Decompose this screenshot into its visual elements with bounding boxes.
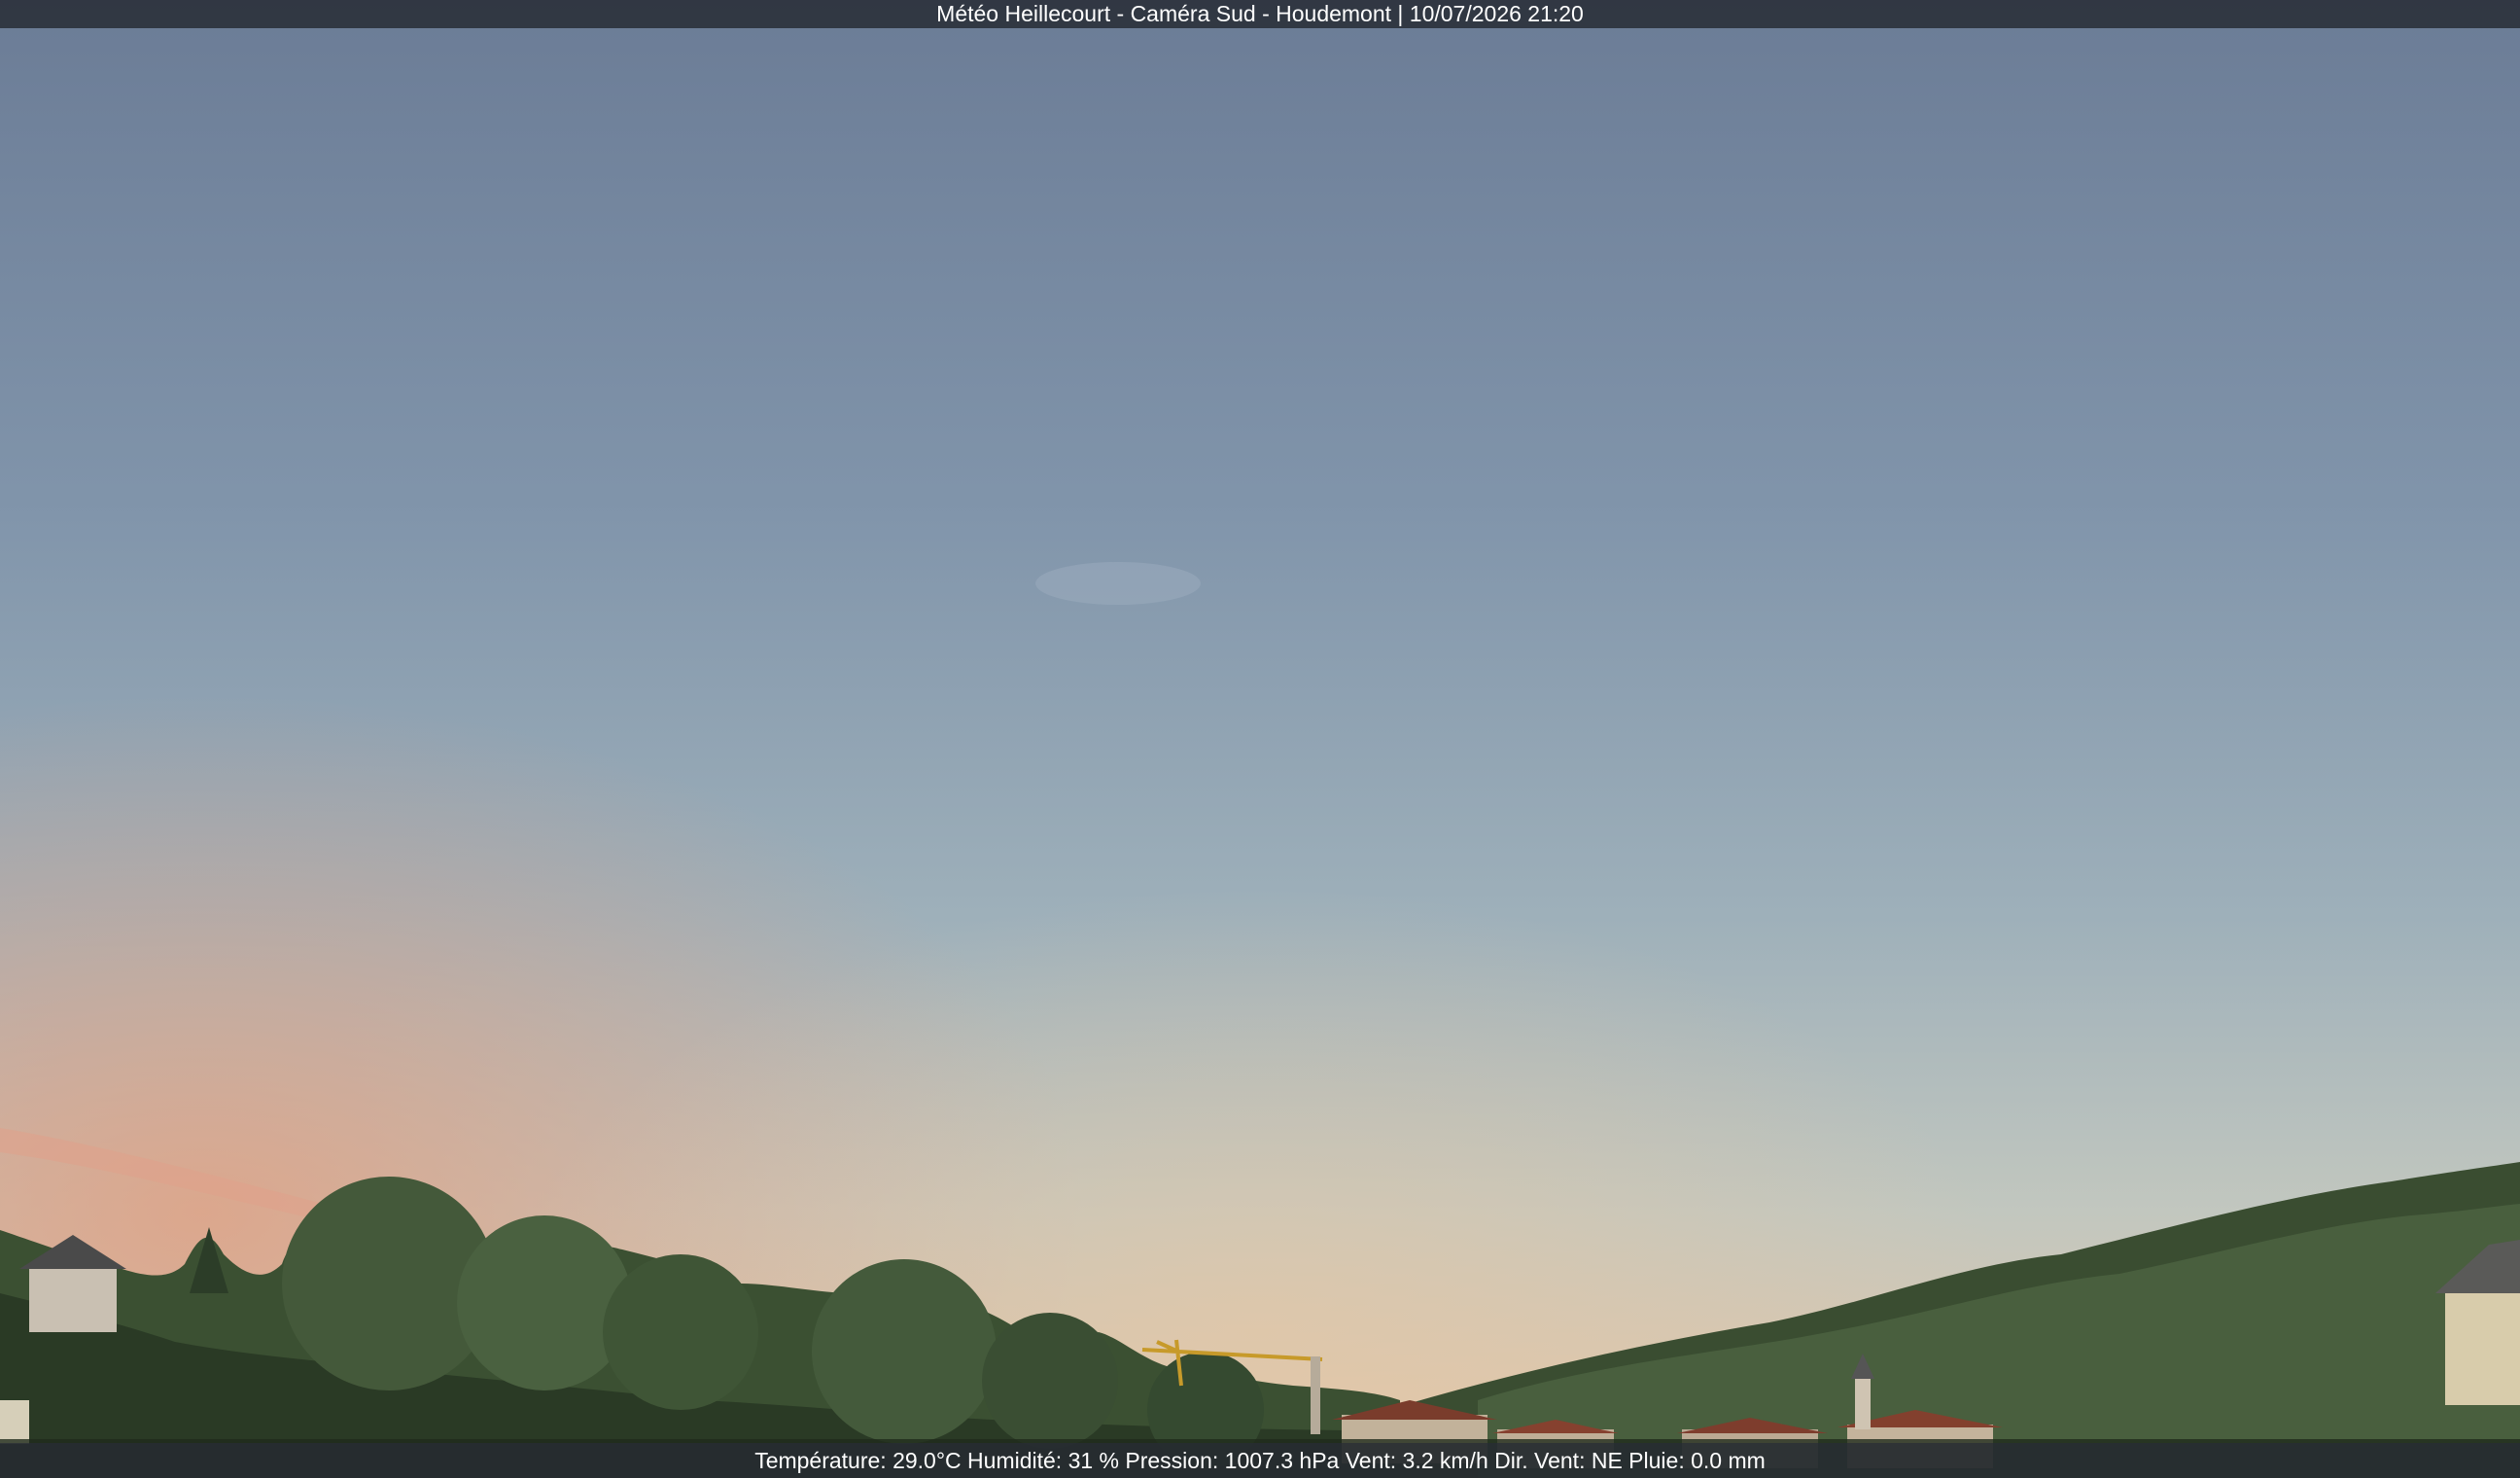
faint-cloud [1035, 562, 1201, 605]
tree-canopy [603, 1254, 758, 1410]
house-right [2445, 1288, 2520, 1405]
church-steeple [1855, 1376, 1871, 1429]
house-left [29, 1264, 117, 1332]
tree-canopy [812, 1259, 997, 1444]
house-left-small [0, 1400, 29, 1444]
weather-readout-overlay: Température: 29.0°C Humidité: 31 % Press… [0, 1443, 2520, 1478]
camera-title-overlay: Météo Heillecourt - Caméra Sud - Houdemo… [0, 0, 2520, 28]
tree-canopy [457, 1215, 632, 1390]
tree-canopy [982, 1313, 1118, 1449]
tower [1311, 1356, 1320, 1434]
webcam-image [0, 0, 2520, 1478]
